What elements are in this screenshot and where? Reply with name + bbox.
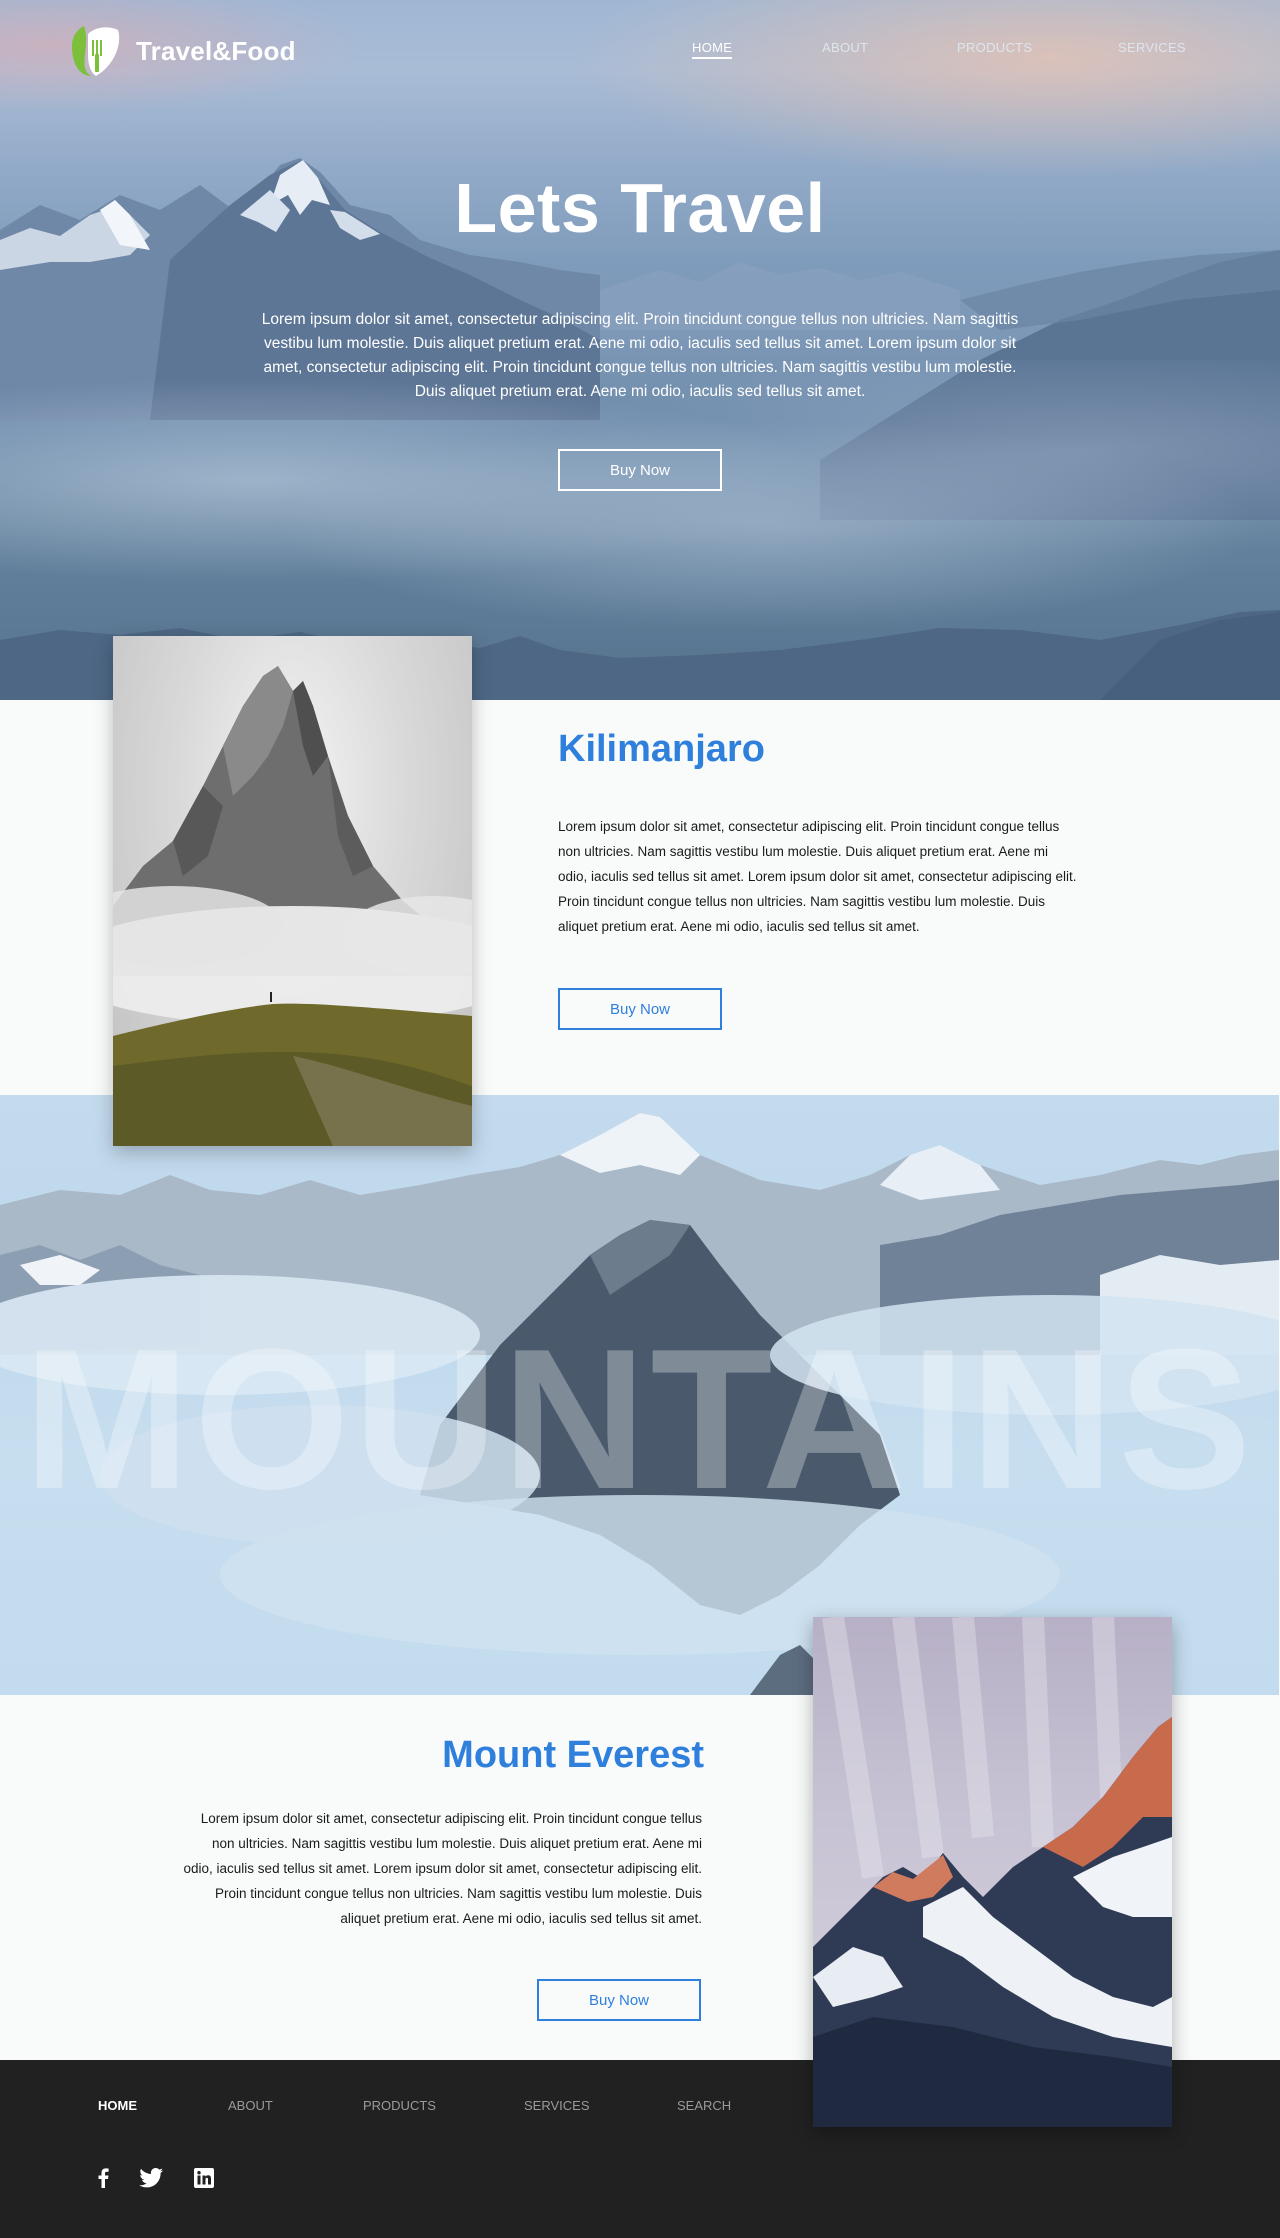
- hero-title: Lets Travel: [454, 169, 826, 247]
- section-text-kilimanjaro: Lorem ipsum dolor sit amet, consectetur …: [558, 819, 1077, 934]
- footer-nav-products[interactable]: PRODUCTS: [363, 2098, 436, 2113]
- everest-buy-now-button[interactable]: Buy Now: [537, 1979, 701, 2021]
- section-text-everest: Lorem ipsum dolor sit amet, consectetur …: [183, 1811, 702, 1926]
- footer-nav-search[interactable]: SEARCH: [677, 2098, 731, 2113]
- mountains-watermark-text: MOUNTAINS: [23, 1308, 1256, 1531]
- footer-nav-home[interactable]: HOME: [98, 2098, 137, 2113]
- facebook-icon[interactable]: [91, 2166, 115, 2190]
- nav-item-home[interactable]: HOME: [692, 40, 733, 59]
- mountains-banner: MOUNTAINS: [0, 1095, 1279, 1695]
- footer-nav-services[interactable]: SERVICES: [524, 2098, 590, 2113]
- main-nav: HOME ABOUT PRODUCTS SERVICES: [0, 40, 1280, 60]
- everest-photo: [813, 1617, 1172, 2127]
- footer-nav-about[interactable]: ABOUT: [228, 2098, 273, 2113]
- linkedin-icon[interactable]: [192, 2166, 216, 2190]
- nav-item-services[interactable]: SERVICES: [1118, 40, 1186, 55]
- section-title-kilimanjaro: Kilimanjaro: [558, 728, 765, 770]
- hero-buy-now-button[interactable]: Buy Now: [558, 449, 722, 491]
- kilimanjaro-photo: [113, 636, 472, 1146]
- hero-clouds: [0, 360, 1280, 660]
- hero-section: Travel&Food HOME ABOUT PRODUCTS SERVICES…: [0, 0, 1280, 700]
- hero-description: Lorem ipsum dolor sit amet, consectetur …: [261, 311, 1019, 400]
- section-title-everest: Mount Everest: [442, 1734, 704, 1776]
- nav-item-products[interactable]: PRODUCTS: [957, 40, 1032, 55]
- kilimanjaro-buy-now-button[interactable]: Buy Now: [558, 988, 722, 1030]
- twitter-icon[interactable]: [139, 2166, 163, 2190]
- nav-item-about[interactable]: ABOUT: [822, 40, 868, 55]
